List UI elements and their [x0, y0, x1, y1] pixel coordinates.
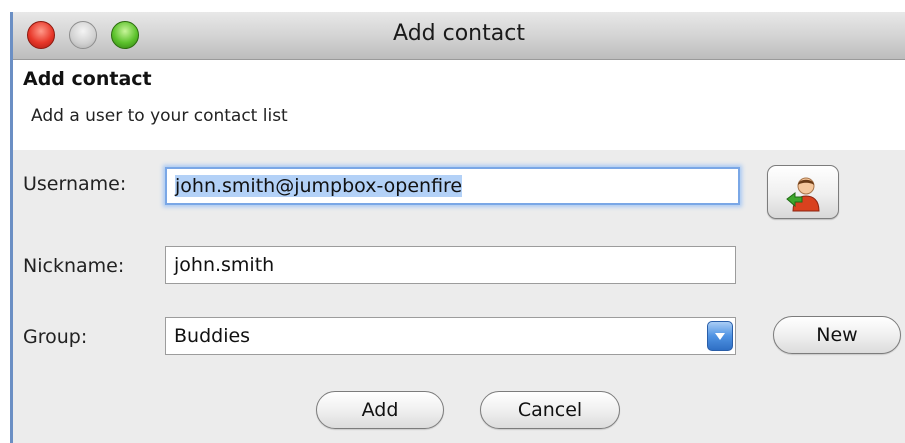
dialog-heading: Add contact — [23, 68, 152, 90]
group-select[interactable]: Buddies — [165, 317, 736, 355]
window-title: Add contact — [393, 21, 525, 46]
user-search-button[interactable] — [767, 165, 839, 219]
dialog-description: Add a user to your contact list — [31, 106, 288, 126]
header-panel: Add contact Add a user to your contact l… — [13, 60, 905, 150]
new-group-button[interactable]: New — [773, 316, 901, 354]
username-label: Username: — [23, 173, 127, 195]
group-dropdown-toggle[interactable] — [707, 321, 733, 351]
group-selected-value: Buddies — [174, 325, 251, 347]
group-label: Group: — [23, 326, 88, 348]
nickname-label: Nickname: — [23, 255, 125, 277]
add-button[interactable]: Add — [316, 391, 444, 429]
cancel-button[interactable]: Cancel — [480, 391, 620, 429]
add-contact-window: Add contact Add contact Add a user to yo… — [10, 12, 905, 443]
username-value: john.smith@jumpbox-openfire — [175, 175, 463, 197]
username-input[interactable]: john.smith@jumpbox-openfire — [165, 167, 740, 205]
nickname-input[interactable]: john.smith — [165, 246, 736, 284]
user-search-icon — [786, 177, 820, 212]
chevron-down-icon — [715, 333, 725, 340]
title-bar[interactable]: Add contact — [13, 12, 905, 60]
